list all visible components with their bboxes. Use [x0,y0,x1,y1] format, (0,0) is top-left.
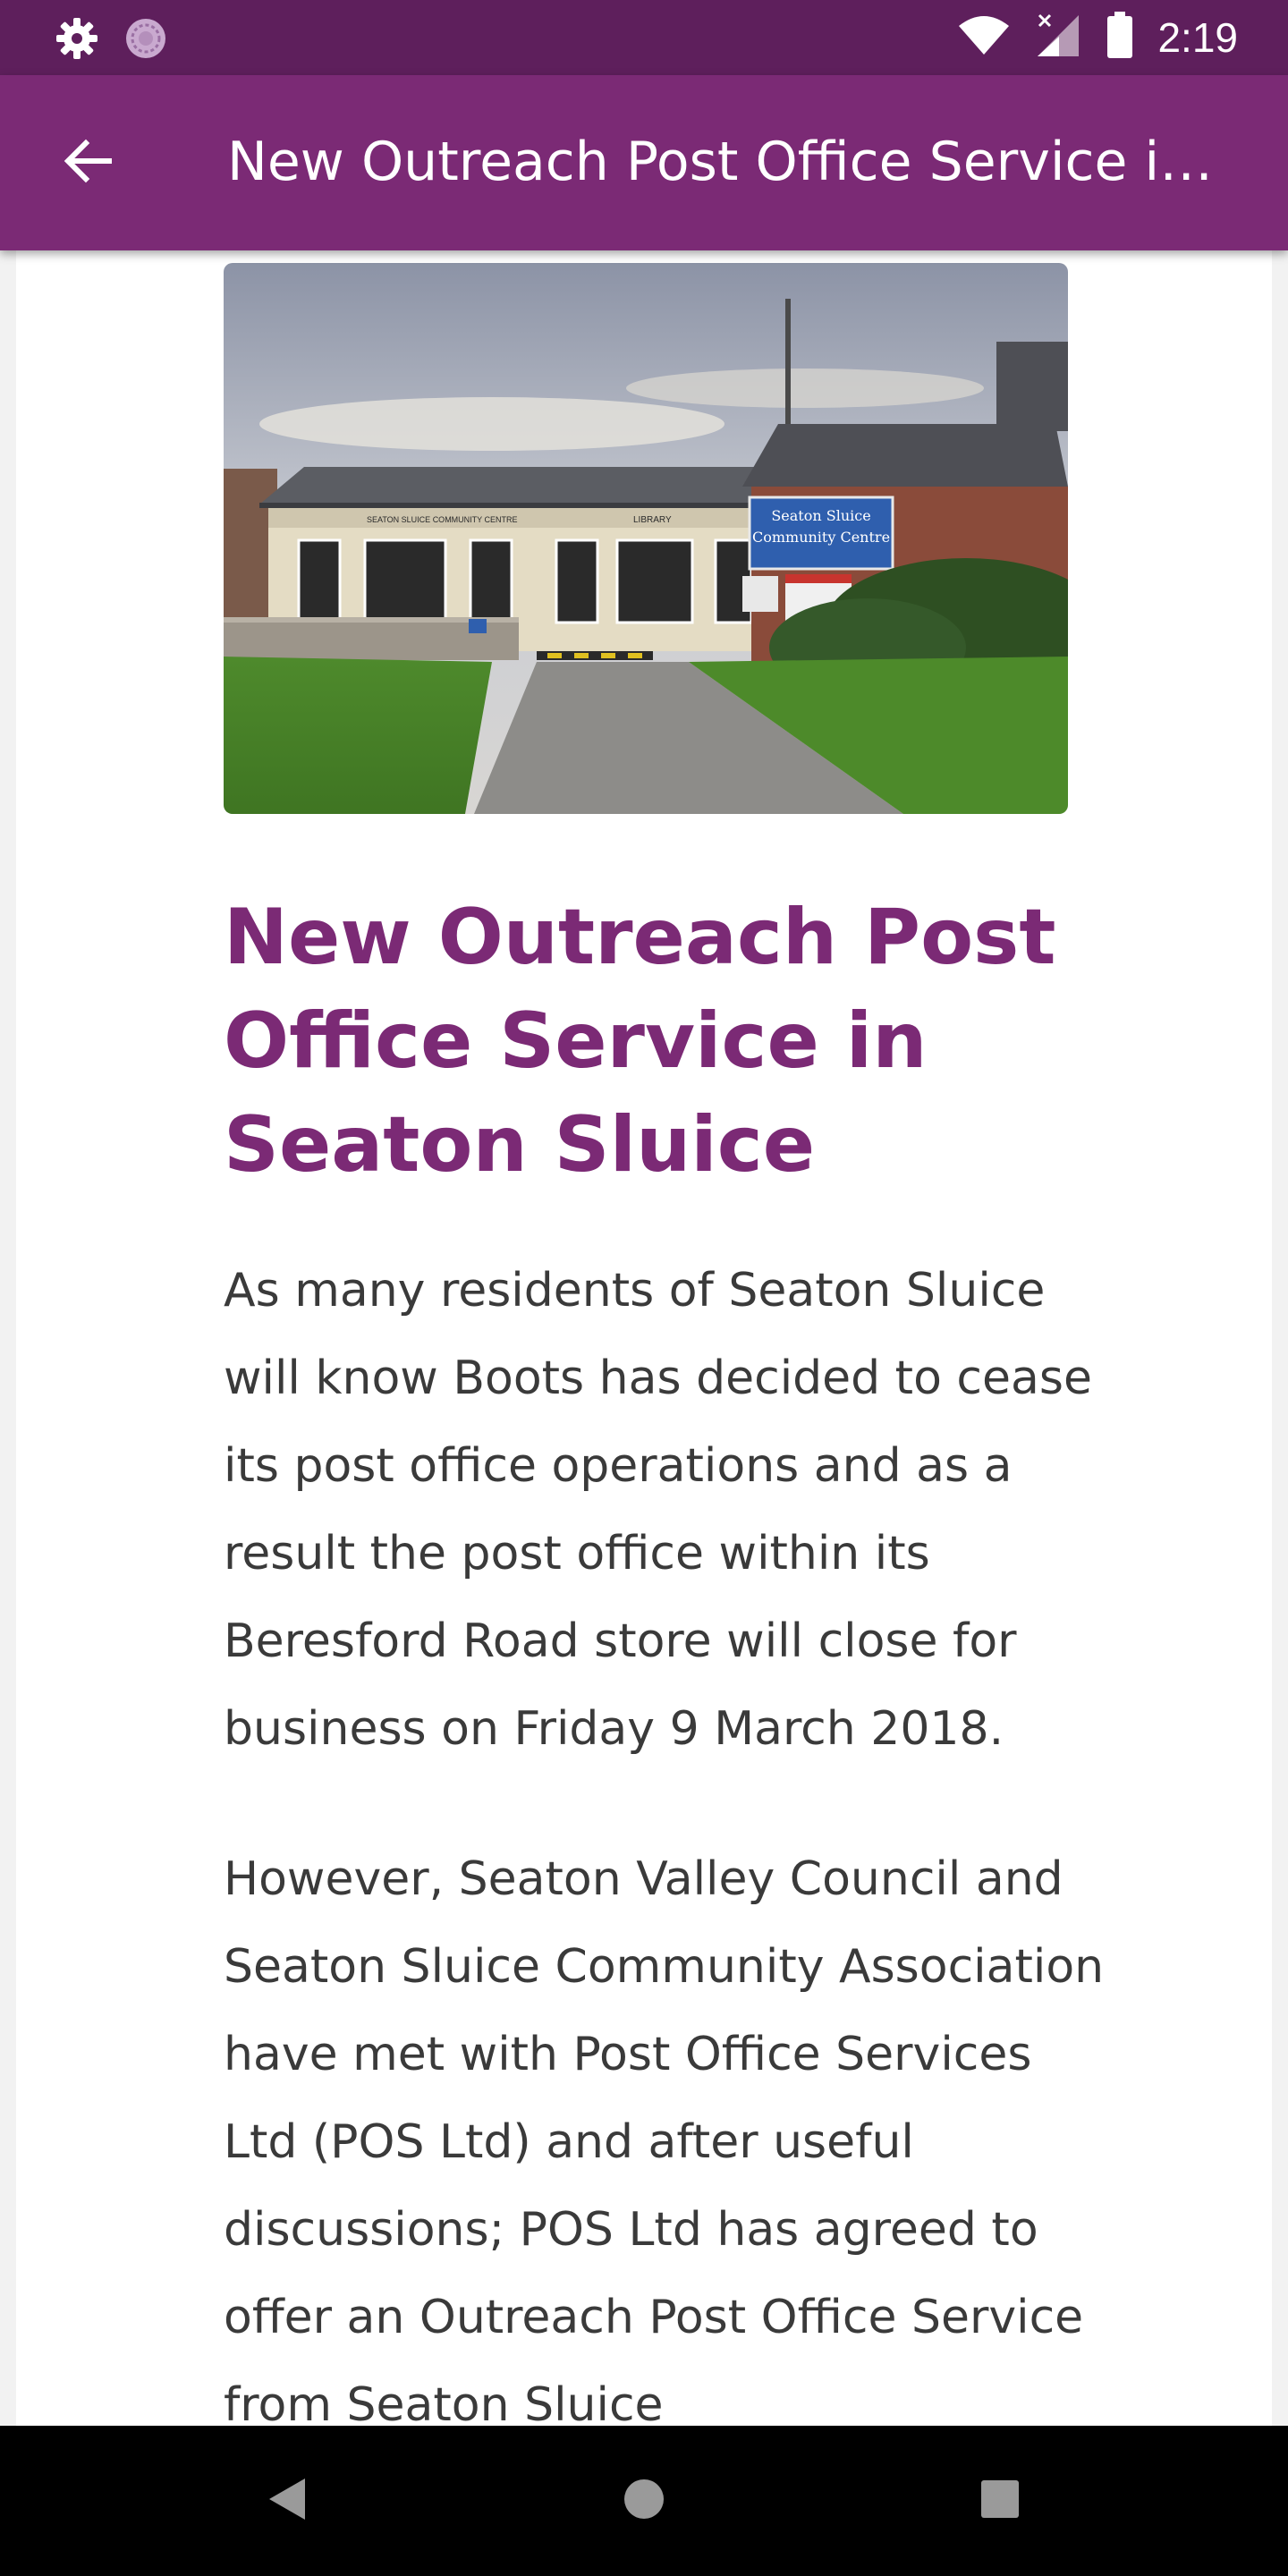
article-paragraph: However, Seaton Valley Council and Seato… [224,1852,1105,2426]
article-body: As many residents of Seaton Sluice will … [224,1247,1118,2426]
article-card: Seaton Sluice Community Centre SEATON SL… [16,250,1272,2426]
back-triangle-icon [266,2477,307,2526]
clock-time: 2:19 [1157,14,1238,61]
battery-icon [1106,11,1134,64]
nav-recents-button[interactable] [964,2465,1036,2537]
sign-sub-text: Community Centre [752,529,890,546]
wifi-icon [957,13,1011,63]
status-bar: 2:19 [0,0,1288,75]
status-left-icons [55,16,168,65]
sync-icon [123,16,168,65]
nav-home-button[interactable] [608,2465,680,2537]
app-bar-title: New Outreach Post Office Service i… [227,131,1214,193]
navigation-bar [0,2426,1288,2576]
app-bar: New Outreach Post Office Service i… [0,75,1288,250]
article-paragraph: As many residents of Seaton Sluice will … [224,1264,1092,1756]
cell-signal-icon [1034,12,1082,64]
facade-left-text: SEATON SLUICE COMMUNITY CENTRE [367,515,518,524]
facade-right-text: LIBRARY [633,515,672,525]
nav-back-button[interactable] [250,2465,322,2537]
home-circle-icon [622,2477,666,2526]
arrow-left-icon [61,134,114,192]
sign-main-text: Seaton Sluice [771,507,870,524]
article-title: New Outreach Post Office Service in Seat… [224,893,1056,1190]
back-button[interactable] [45,120,131,206]
content-scroll-area[interactable]: Seaton Sluice Community Centre SEATON SL… [0,250,1288,2426]
gear-icon [55,17,98,64]
article-image: Seaton Sluice Community Centre SEATON SL… [224,263,1068,814]
recents-square-icon [979,2479,1021,2524]
status-right-icons: 2:19 [957,11,1238,64]
